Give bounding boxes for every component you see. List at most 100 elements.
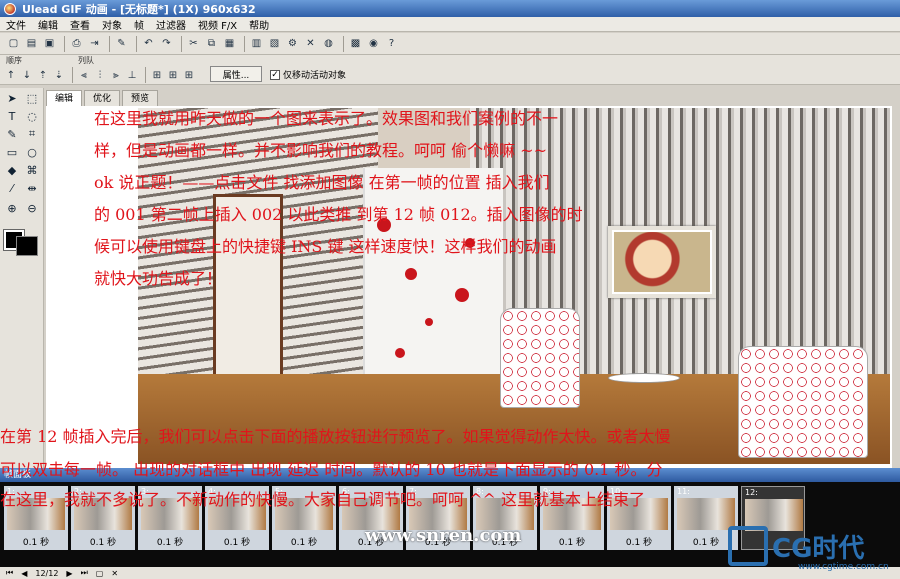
order-group-label: 顺序 [6,56,22,65]
instruction-line: 在这里我就用昨天做的一个图来表示了。效果图和我们案例的不一 [94,109,559,128]
menu-filter[interactable]: 过滤器 [150,17,192,32]
menu-video-fx[interactable]: 视频 F/X [192,17,243,32]
open-folder-icon[interactable]: ▤ [24,36,39,51]
move-down-icon[interactable]: ↓ [20,68,34,82]
tab-preview[interactable]: 预览 [122,90,159,106]
optimize-icon[interactable]: ▩ [348,36,363,51]
instruction-line: 可以双击每一帧。 出现的对话框中 出现 延迟 时间。默认的 10 也就是下面显示… [0,460,663,479]
next-frame-icon[interactable]: ⏭ [81,568,88,578]
toolbar-separator [244,35,245,52]
instruction-line: 候可以使用键盘上的快捷键 INS 键 这样速度快！这样我们的动画 [94,237,557,256]
toolbar-separator [136,35,137,52]
checkbox-box[interactable]: ✓ [270,69,280,80]
view-tabs: 编辑 优化 预览 [46,90,160,106]
instruction-line: 在第 12 帧插入完后，我们可以点击下面的播放按钮进行预览了。如果觉得动作太快。… [0,427,671,446]
help-icon[interactable]: ? [384,36,399,51]
background-color-swatch[interactable] [16,236,38,256]
undo-icon[interactable]: ↶ [141,36,156,51]
menu-edit[interactable]: 编辑 [32,17,64,32]
brush-icon[interactable]: ✎ [114,36,129,51]
frame-delay[interactable]: 0.1 秒 [4,535,68,548]
redo-icon[interactable]: ↷ [159,36,174,51]
frame-delay[interactable]: 0.1 秒 [607,535,671,548]
paintbrush-tool-icon[interactable]: ✎ [4,126,20,142]
align-right-icon[interactable]: ⫸ [109,68,123,82]
cartoon-picture-frame [608,226,716,298]
text-tool-icon[interactable]: T [4,108,20,124]
logo-mark [728,526,768,566]
grid-2-icon[interactable]: ⊞ [166,68,180,82]
delete-icon[interactable]: ✕ [303,36,318,51]
print-icon[interactable]: ⎙ [69,36,84,51]
lasso-tool-icon[interactable]: ◌ [24,108,40,124]
red-dot [405,268,417,280]
move-bottom-icon[interactable]: ⇣ [52,68,66,82]
align-left-icon[interactable]: ⫷ [77,68,91,82]
ellipse-tool-icon[interactable]: ○ [24,144,40,160]
toolbar-separator [145,67,146,83]
zoom-out-icon[interactable]: ⊖ [24,200,40,216]
tool-panel: ➤ ⬚ T ◌ ✎ ⌗ ▭ ○ ◆ ⌘ ⁄ ⇹ ⊕ ⊖ [0,88,44,468]
toolbar-separator [64,35,65,52]
cartoon-image [614,232,710,292]
copy-icon[interactable]: ⧉ [204,36,219,51]
frame-delay[interactable]: 0.1 秒 [540,535,604,548]
tab-optimize[interactable]: 优化 [84,90,121,106]
ruler-tool-icon[interactable]: ⇹ [24,180,40,196]
pointer-tool-icon[interactable]: ➤ [4,90,20,106]
menu-frame[interactable]: 帧 [128,17,150,32]
cut-icon[interactable]: ✂ [186,36,201,51]
title-bar: Ulead GIF 动画 - [无标题*] (1X) 960x632 [0,0,900,17]
marquee-tool-icon[interactable]: ⬚ [24,90,40,106]
instruction-line: 就快大功告成了！ [94,269,223,288]
frame-properties-icon[interactable]: ▧ [267,36,282,51]
align-center-icon[interactable]: ⫶ [93,68,107,82]
grid-3-icon[interactable]: ⊞ [182,68,196,82]
save-icon[interactable]: ▣ [42,36,57,51]
edit-canvas[interactable]: 在这里我就用昨天做的一个图来表示了。效果图和我们案例的不一 样，但是动画都一样。… [46,106,892,468]
paste-icon[interactable]: ▦ [222,36,237,51]
tab-edit[interactable]: 编辑 [46,90,83,106]
settings-icon[interactable]: ⚙ [285,36,300,51]
first-frame-icon[interactable]: ⏮ [6,568,13,578]
eyedropper-tool-icon[interactable]: ⁄ [4,180,20,196]
order-buttons: ↑ ↓ ⇡ ⇣ ⫷ ⫶ ⫸ ⊥ ⊞ ⊞ ⊞ [4,67,198,83]
only-move-active-checkbox[interactable]: ✓ 仅移动活动对象 [270,68,346,81]
frame-number: 12: [745,488,758,497]
red-dot [395,348,405,358]
delete-frame-icon[interactable]: ✕ [111,569,118,578]
move-up-icon[interactable]: ↑ [4,68,18,82]
preview-icon[interactable]: ◉ [366,36,381,51]
crop-tool-icon[interactable]: ⌗ [24,126,40,142]
menu-bar: 文件 编辑 查看 对象 帧 过滤器 视频 F/X 帮助 [0,17,900,32]
zoom-in-icon[interactable]: ⊕ [4,200,20,216]
eraser-tool-icon[interactable]: ▭ [4,144,20,160]
instruction-line: ok 说正题！——点击文件 找添加图像 在第一帧的位置 插入我们 [94,173,550,192]
frame-delay[interactable]: 0.1 秒 [272,535,336,548]
menu-file[interactable]: 文件 [0,17,32,32]
menu-view[interactable]: 查看 [64,17,96,32]
properties-button[interactable]: 属性... [210,66,262,82]
red-dot [425,318,433,326]
move-top-icon[interactable]: ⇡ [36,68,50,82]
export-icon[interactable]: ⇥ [87,36,102,51]
fill-tool-icon[interactable]: ◆ [4,162,20,178]
app-icon [4,2,16,15]
frame-delay[interactable]: 0.1 秒 [205,535,269,548]
play-icon[interactable]: ▶ [66,569,72,578]
menu-object[interactable]: 对象 [96,17,128,32]
prev-frame-icon[interactable]: ◀ [21,569,27,578]
frame-delay[interactable]: 0.1 秒 [138,535,202,548]
image-icon[interactable]: ▥ [249,36,264,51]
transform-tool-icon[interactable]: ⌘ [24,162,40,178]
frame-delay[interactable]: 0.1 秒 [71,535,135,548]
menu-help[interactable]: 帮助 [243,17,275,32]
frame-image [677,498,735,530]
align-bottom-icon[interactable]: ⊥ [125,68,139,82]
globe-icon[interactable]: ◍ [321,36,336,51]
toolbar-separator [72,67,73,83]
new-file-icon[interactable]: ▢ [6,36,21,51]
grid-icon[interactable]: ⊞ [150,68,164,82]
add-frame-icon[interactable]: ▢ [96,569,104,578]
side-table [608,373,680,383]
